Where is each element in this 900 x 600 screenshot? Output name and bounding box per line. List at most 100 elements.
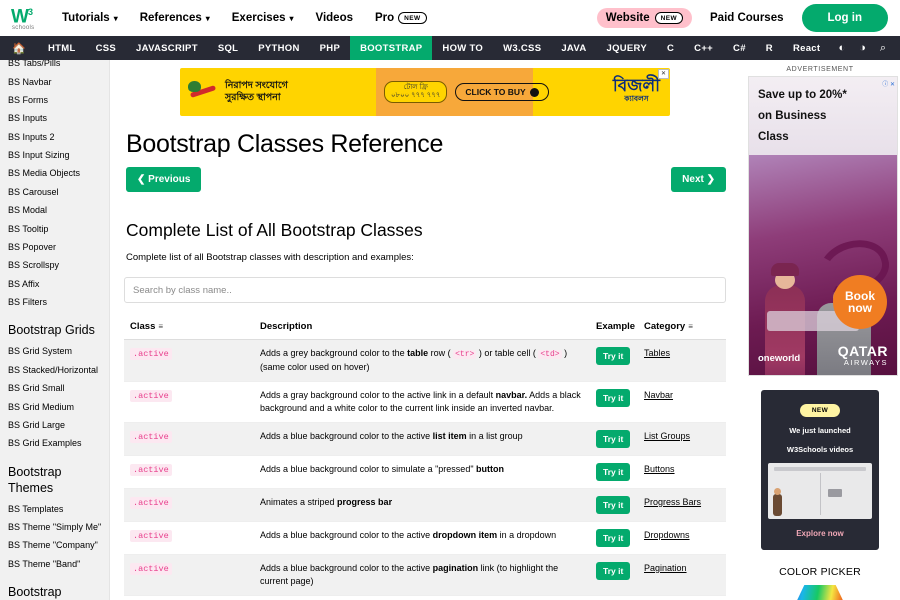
- previous-button[interactable]: ❮ Previous: [126, 167, 201, 192]
- nav-tab-css[interactable]: CSS: [86, 36, 126, 60]
- sidebar-item-bs-templates[interactable]: BS Templates: [0, 500, 109, 518]
- sidebar-item-bs-grid-small[interactable]: BS Grid Small: [0, 379, 109, 397]
- nav-tab-r[interactable]: R: [756, 36, 783, 60]
- nav-tab-react[interactable]: React: [783, 36, 830, 60]
- nav-tab-php[interactable]: PHP: [310, 36, 350, 60]
- sidebar-item-bs-filters[interactable]: BS Filters: [0, 293, 109, 311]
- nav-tab-java[interactable]: JAVA: [551, 36, 596, 60]
- language-globe-icon[interactable]: ◑: [859, 43, 866, 54]
- top-banner-ad[interactable]: নিরাপদ সংযোগে সুরক্ষিত স্থাপনা টোল ফ্রি …: [180, 68, 670, 116]
- sidebar-item-bs-stacked-horizontal[interactable]: BS Stacked/Horizontal: [0, 361, 109, 379]
- column-header-example: Example: [590, 314, 638, 340]
- category-link[interactable]: Dropdowns: [644, 530, 690, 540]
- chevron-down-icon: ▾: [206, 15, 210, 23]
- right-sidebar: ADVERTISEMENT ⓘ ✕ Save up to 20%* on Bus…: [740, 60, 900, 600]
- w3schools-videos-ad[interactable]: NEW We just launched W3Schools videos Ex…: [761, 390, 879, 550]
- nav-tab-html[interactable]: HTML: [38, 36, 86, 60]
- top-nav-videos[interactable]: Videos: [316, 12, 354, 24]
- category-link[interactable]: List Groups: [644, 431, 690, 441]
- sidebar-item-bs-grid-large[interactable]: BS Grid Large: [0, 416, 109, 434]
- nav-tab-javascript[interactable]: JAVASCRIPT: [126, 36, 208, 60]
- sidebar-item-bs-navbar[interactable]: BS Navbar: [0, 72, 109, 90]
- description-emphasis: navbar.: [496, 390, 528, 400]
- search-icon[interactable]: ⌕: [880, 43, 886, 54]
- next-button[interactable]: Next ❯: [671, 167, 726, 192]
- nav-tab-bootstrap[interactable]: BOOTSTRAP: [350, 36, 432, 60]
- column-header-category[interactable]: Category≡: [638, 314, 726, 340]
- top-nav-pro[interactable]: ProNEW: [375, 12, 427, 24]
- category-link[interactable]: Buttons: [644, 464, 675, 474]
- home-icon[interactable]: 🏠: [0, 36, 38, 60]
- cell-class: .active: [124, 456, 254, 489]
- language-nav-bar: 🏠 HTML CSS JAVASCRIPT SQL PYTHON PHP BOO…: [0, 36, 900, 60]
- nav-tab-csharp[interactable]: C#: [723, 36, 756, 60]
- book-now-button[interactable]: Book now: [833, 275, 887, 329]
- sidebar-item-bs-input-sizing[interactable]: BS Input Sizing: [0, 146, 109, 164]
- sidebar-item-bs-scrollspy[interactable]: BS Scrollspy: [0, 256, 109, 274]
- try-it-button[interactable]: Try it: [596, 389, 630, 407]
- nav-tab-howto[interactable]: HOW TO: [432, 36, 493, 60]
- category-link[interactable]: Progress Bars: [644, 497, 701, 507]
- sidebar-item-bs-inputs-2[interactable]: BS Inputs 2: [0, 128, 109, 146]
- try-it-button[interactable]: Try it: [596, 347, 630, 365]
- top-nav-exercises[interactable]: Exercises▾: [232, 12, 294, 24]
- sidebar-item-bs-popover[interactable]: BS Popover: [0, 238, 109, 256]
- adchoices-icon[interactable]: ⓘ ✕: [882, 79, 895, 88]
- nav-tab-w3css[interactable]: W3.CSS: [493, 36, 551, 60]
- left-sidebar[interactable]: BS Tabs/PillsBS NavbarBS FormsBS InputsB…: [0, 60, 110, 600]
- try-it-button[interactable]: Try it: [596, 529, 630, 547]
- top-nav-tutorials[interactable]: Tutorials▾: [62, 12, 118, 24]
- explore-now-link[interactable]: Explore now: [768, 529, 872, 538]
- sidebar-item-bs-affix[interactable]: BS Affix: [0, 275, 109, 293]
- website-button[interactable]: Website NEW: [597, 8, 692, 28]
- sidebar-item-bs-modal[interactable]: BS Modal: [0, 201, 109, 219]
- try-it-button[interactable]: Try it: [596, 463, 630, 481]
- nav-tab-c[interactable]: C: [657, 36, 684, 60]
- top-nav-pro-label: Pro: [375, 12, 394, 24]
- try-it-button[interactable]: Try it: [596, 496, 630, 514]
- sidebar-item-bs-forms[interactable]: BS Forms: [0, 91, 109, 109]
- nav-tab-sql[interactable]: SQL: [208, 36, 248, 60]
- description-text: Adds a gray background color to the acti…: [260, 390, 496, 400]
- sidebar-item-bs-theme-simply-me[interactable]: BS Theme "Simply Me": [0, 518, 109, 536]
- cell-class: .active: [124, 340, 254, 382]
- paid-courses-link[interactable]: Paid Courses: [710, 12, 784, 24]
- nav-tab-cpp[interactable]: C++: [684, 36, 723, 60]
- cell-category: Dropdowns: [638, 522, 726, 555]
- sidebar-item-bs-theme-company[interactable]: BS Theme "Company": [0, 536, 109, 554]
- banner-ad-cta-button[interactable]: CLICK TO BUY: [455, 83, 548, 101]
- logo-subtext: schools: [8, 25, 46, 31]
- qatar-airways-ad[interactable]: ⓘ ✕ Save up to 20%* on Business Class Bo…: [748, 76, 898, 376]
- try-it-button[interactable]: Try it: [596, 430, 630, 448]
- color-picker-swatch[interactable]: [792, 585, 848, 600]
- category-link[interactable]: Pagination: [644, 563, 687, 573]
- close-icon[interactable]: ✕: [658, 69, 669, 79]
- sidebar-item-bs-media-objects[interactable]: BS Media Objects: [0, 164, 109, 182]
- nav-tab-python[interactable]: PYTHON: [248, 36, 309, 60]
- nav-tab-jquery[interactable]: JQUERY: [596, 36, 657, 60]
- w3schools-logo[interactable]: W3 schools: [8, 4, 46, 32]
- sidebar-item-bs-grid-system[interactable]: BS Grid System: [0, 342, 109, 360]
- top-nav-references[interactable]: References▾: [140, 12, 210, 24]
- oneworld-logo: oneworld: [758, 353, 800, 364]
- cell-example: Try it: [590, 489, 638, 522]
- sidebar-item-bs-inputs[interactable]: BS Inputs: [0, 109, 109, 127]
- login-button[interactable]: Log in: [802, 4, 889, 32]
- table-header: Class≡ Description Example Category≡: [124, 314, 726, 340]
- cell-class: .active: [124, 423, 254, 456]
- class-name-code: .active: [130, 464, 172, 476]
- column-header-class[interactable]: Class≡: [124, 314, 254, 340]
- category-link[interactable]: Navbar: [644, 390, 673, 400]
- sidebar-item-bs-tabs-pills[interactable]: BS Tabs/Pills: [0, 60, 109, 72]
- sidebar-item-bs-theme-band[interactable]: BS Theme "Band": [0, 555, 109, 573]
- sidebar-item-bs-grid-examples[interactable]: BS Grid Examples: [0, 434, 109, 452]
- dark-mode-icon[interactable]: ◐: [839, 43, 846, 54]
- sidebar-item-bs-grid-medium[interactable]: BS Grid Medium: [0, 397, 109, 415]
- description-code: <tr>: [453, 350, 476, 359]
- category-link[interactable]: Tables: [644, 348, 670, 358]
- search-input[interactable]: [124, 277, 726, 303]
- cell-category: Progress Bars: [638, 489, 726, 522]
- sidebar-item-bs-tooltip[interactable]: BS Tooltip: [0, 219, 109, 237]
- sidebar-item-bs-carousel[interactable]: BS Carousel: [0, 183, 109, 201]
- try-it-button[interactable]: Try it: [596, 562, 630, 580]
